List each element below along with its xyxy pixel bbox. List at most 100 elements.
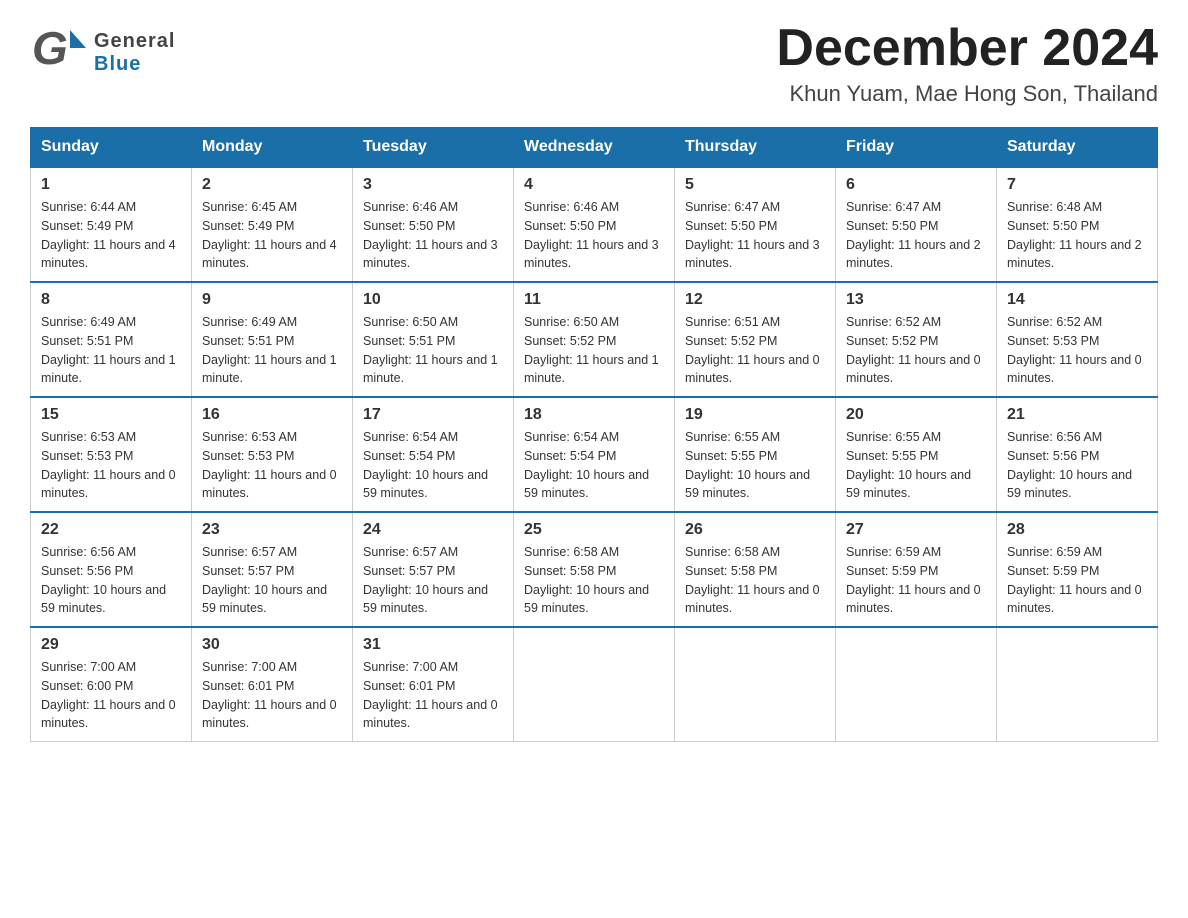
table-row: 10 Sunrise: 6:50 AMSunset: 5:51 PMDaylig… <box>353 282 514 397</box>
table-row: 17 Sunrise: 6:54 AMSunset: 5:54 PMDaylig… <box>353 397 514 512</box>
day-number: 13 <box>846 291 986 309</box>
table-row: 13 Sunrise: 6:52 AMSunset: 5:52 PMDaylig… <box>836 282 997 397</box>
logo-icon: G <box>30 20 90 80</box>
table-row: 2 Sunrise: 6:45 AMSunset: 5:49 PMDayligh… <box>192 167 353 282</box>
day-info: Sunrise: 6:57 AMSunset: 5:57 PMDaylight:… <box>202 545 327 615</box>
logo-general-text: General <box>94 30 175 53</box>
day-info: Sunrise: 6:53 AMSunset: 5:53 PMDaylight:… <box>202 430 337 500</box>
calendar-table: Sunday Monday Tuesday Wednesday Thursday… <box>30 127 1158 742</box>
day-number: 27 <box>846 521 986 539</box>
table-row <box>836 627 997 742</box>
day-info: Sunrise: 6:57 AMSunset: 5:57 PMDaylight:… <box>363 545 488 615</box>
col-saturday: Saturday <box>997 128 1158 168</box>
day-info: Sunrise: 6:55 AMSunset: 5:55 PMDaylight:… <box>846 430 971 500</box>
calendar-week-row: 22 Sunrise: 6:56 AMSunset: 5:56 PMDaylig… <box>31 512 1158 627</box>
table-row: 19 Sunrise: 6:55 AMSunset: 5:55 PMDaylig… <box>675 397 836 512</box>
table-row: 7 Sunrise: 6:48 AMSunset: 5:50 PMDayligh… <box>997 167 1158 282</box>
table-row: 22 Sunrise: 6:56 AMSunset: 5:56 PMDaylig… <box>31 512 192 627</box>
day-number: 7 <box>1007 176 1147 194</box>
table-row: 11 Sunrise: 6:50 AMSunset: 5:52 PMDaylig… <box>514 282 675 397</box>
table-row: 12 Sunrise: 6:51 AMSunset: 5:52 PMDaylig… <box>675 282 836 397</box>
col-wednesday: Wednesday <box>514 128 675 168</box>
day-number: 24 <box>363 521 503 539</box>
table-row: 30 Sunrise: 7:00 AMSunset: 6:01 PMDaylig… <box>192 627 353 742</box>
svg-text:G: G <box>32 22 68 74</box>
col-monday: Monday <box>192 128 353 168</box>
table-row: 21 Sunrise: 6:56 AMSunset: 5:56 PMDaylig… <box>997 397 1158 512</box>
day-info: Sunrise: 6:44 AMSunset: 5:49 PMDaylight:… <box>41 200 176 270</box>
table-row: 18 Sunrise: 6:54 AMSunset: 5:54 PMDaylig… <box>514 397 675 512</box>
day-number: 3 <box>363 176 503 194</box>
table-row: 15 Sunrise: 6:53 AMSunset: 5:53 PMDaylig… <box>31 397 192 512</box>
logo-text: General Blue <box>94 30 175 76</box>
table-row: 24 Sunrise: 6:57 AMSunset: 5:57 PMDaylig… <box>353 512 514 627</box>
day-number: 19 <box>685 406 825 424</box>
day-number: 22 <box>41 521 181 539</box>
table-row: 16 Sunrise: 6:53 AMSunset: 5:53 PMDaylig… <box>192 397 353 512</box>
table-row: 4 Sunrise: 6:46 AMSunset: 5:50 PMDayligh… <box>514 167 675 282</box>
day-number: 11 <box>524 291 664 309</box>
day-number: 12 <box>685 291 825 309</box>
day-info: Sunrise: 6:45 AMSunset: 5:49 PMDaylight:… <box>202 200 337 270</box>
day-info: Sunrise: 6:58 AMSunset: 5:58 PMDaylight:… <box>685 545 820 615</box>
page-header: G General Blue December 2024 Khun Yuam, … <box>30 20 1158 107</box>
day-info: Sunrise: 6:59 AMSunset: 5:59 PMDaylight:… <box>846 545 981 615</box>
table-row: 9 Sunrise: 6:49 AMSunset: 5:51 PMDayligh… <box>192 282 353 397</box>
col-friday: Friday <box>836 128 997 168</box>
table-row: 3 Sunrise: 6:46 AMSunset: 5:50 PMDayligh… <box>353 167 514 282</box>
day-number: 4 <box>524 176 664 194</box>
location-title: Khun Yuam, Mae Hong Son, Thailand <box>776 81 1158 107</box>
day-number: 25 <box>524 521 664 539</box>
day-info: Sunrise: 6:49 AMSunset: 5:51 PMDaylight:… <box>41 315 176 385</box>
calendar-week-row: 15 Sunrise: 6:53 AMSunset: 5:53 PMDaylig… <box>31 397 1158 512</box>
day-number: 29 <box>41 636 181 654</box>
day-number: 26 <box>685 521 825 539</box>
day-number: 5 <box>685 176 825 194</box>
day-info: Sunrise: 6:56 AMSunset: 5:56 PMDaylight:… <box>1007 430 1132 500</box>
day-number: 1 <box>41 176 181 194</box>
calendar-week-row: 8 Sunrise: 6:49 AMSunset: 5:51 PMDayligh… <box>31 282 1158 397</box>
day-number: 17 <box>363 406 503 424</box>
table-row: 8 Sunrise: 6:49 AMSunset: 5:51 PMDayligh… <box>31 282 192 397</box>
logo: G General Blue <box>30 20 175 85</box>
table-row: 25 Sunrise: 6:58 AMSunset: 5:58 PMDaylig… <box>514 512 675 627</box>
calendar-header-row: Sunday Monday Tuesday Wednesday Thursday… <box>31 128 1158 168</box>
table-row: 28 Sunrise: 6:59 AMSunset: 5:59 PMDaylig… <box>997 512 1158 627</box>
day-number: 14 <box>1007 291 1147 309</box>
day-number: 16 <box>202 406 342 424</box>
table-row <box>997 627 1158 742</box>
day-number: 9 <box>202 291 342 309</box>
table-row <box>675 627 836 742</box>
table-row: 26 Sunrise: 6:58 AMSunset: 5:58 PMDaylig… <box>675 512 836 627</box>
table-row: 27 Sunrise: 6:59 AMSunset: 5:59 PMDaylig… <box>836 512 997 627</box>
day-info: Sunrise: 6:46 AMSunset: 5:50 PMDaylight:… <box>524 200 659 270</box>
day-info: Sunrise: 7:00 AMSunset: 6:01 PMDaylight:… <box>202 660 337 730</box>
day-info: Sunrise: 7:00 AMSunset: 6:00 PMDaylight:… <box>41 660 176 730</box>
table-row: 31 Sunrise: 7:00 AMSunset: 6:01 PMDaylig… <box>353 627 514 742</box>
day-number: 23 <box>202 521 342 539</box>
day-info: Sunrise: 6:55 AMSunset: 5:55 PMDaylight:… <box>685 430 810 500</box>
table-row: 29 Sunrise: 7:00 AMSunset: 6:00 PMDaylig… <box>31 627 192 742</box>
day-number: 30 <box>202 636 342 654</box>
day-number: 18 <box>524 406 664 424</box>
calendar-week-row: 29 Sunrise: 7:00 AMSunset: 6:00 PMDaylig… <box>31 627 1158 742</box>
col-tuesday: Tuesday <box>353 128 514 168</box>
day-info: Sunrise: 7:00 AMSunset: 6:01 PMDaylight:… <box>363 660 498 730</box>
month-title: December 2024 <box>776 20 1158 77</box>
day-info: Sunrise: 6:51 AMSunset: 5:52 PMDaylight:… <box>685 315 820 385</box>
col-sunday: Sunday <box>31 128 192 168</box>
table-row <box>514 627 675 742</box>
table-row: 6 Sunrise: 6:47 AMSunset: 5:50 PMDayligh… <box>836 167 997 282</box>
col-thursday: Thursday <box>675 128 836 168</box>
day-info: Sunrise: 6:50 AMSunset: 5:52 PMDaylight:… <box>524 315 659 385</box>
logo-blue-text: Blue <box>94 53 175 76</box>
day-info: Sunrise: 6:52 AMSunset: 5:52 PMDaylight:… <box>846 315 981 385</box>
day-number: 21 <box>1007 406 1147 424</box>
day-info: Sunrise: 6:50 AMSunset: 5:51 PMDaylight:… <box>363 315 498 385</box>
table-row: 5 Sunrise: 6:47 AMSunset: 5:50 PMDayligh… <box>675 167 836 282</box>
day-number: 15 <box>41 406 181 424</box>
table-row: 23 Sunrise: 6:57 AMSunset: 5:57 PMDaylig… <box>192 512 353 627</box>
day-info: Sunrise: 6:58 AMSunset: 5:58 PMDaylight:… <box>524 545 649 615</box>
day-info: Sunrise: 6:48 AMSunset: 5:50 PMDaylight:… <box>1007 200 1142 270</box>
day-info: Sunrise: 6:46 AMSunset: 5:50 PMDaylight:… <box>363 200 498 270</box>
